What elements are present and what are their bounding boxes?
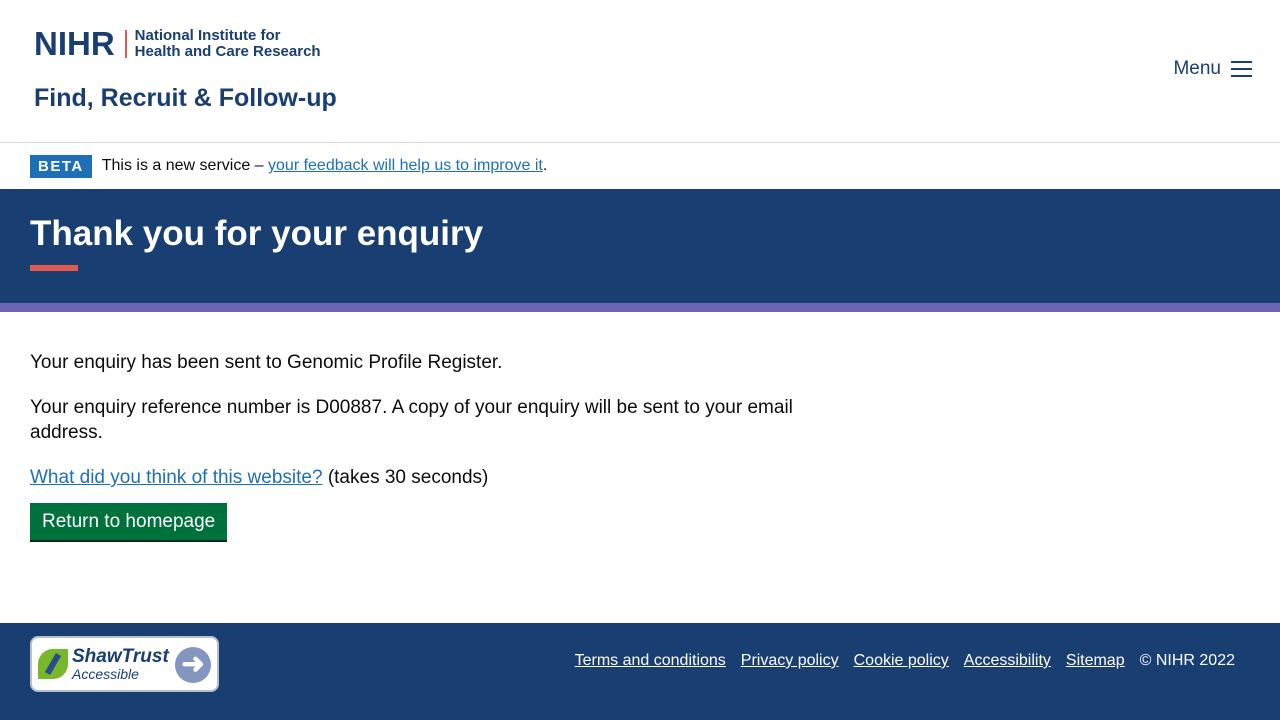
logo-org-line2: Health and Care Research [134,43,321,60]
service-name-link[interactable]: Find, Recruit & Follow-up [34,84,337,113]
menu-label: Menu [1173,58,1221,79]
footer-link-privacy[interactable]: Privacy policy [741,652,839,670]
footer-link-terms[interactable]: Terms and conditions [575,652,726,670]
enquiry-reference-message: Your enquiry reference number is D00887.… [30,397,793,443]
shaw-trust-text: ShawTrust Accessible [72,645,169,682]
site-header: NIHR National Institute for Health and C… [0,0,1280,143]
shaw-trust-badge[interactable]: ShawTrust Accessible ➜ [30,636,219,692]
feedback-link[interactable]: your feedback will help us to improve it [268,157,543,174]
logo-org-name: National Institute for Health and Care R… [135,28,321,60]
enquiry-sent-message: Your enquiry has been sent to Genomic Pr… [30,352,503,373]
logo-divider [124,30,127,58]
beta-message: This is a new service – [101,157,269,174]
survey-link[interactable]: What did you think of this website? [30,467,323,488]
arrow-right-icon: ➜ [175,647,211,683]
beta-tag: BETA [30,154,92,178]
main-content: Your enquiry has been sent to Genomic Pr… [30,350,820,540]
nihr-logo[interactable]: NIHR National Institute for Health and C… [34,25,321,62]
page-title: Thank you for your enquiry [30,214,484,253]
footer-link-sitemap[interactable]: Sitemap [1066,652,1125,670]
footer-link-accessibility[interactable]: Accessibility [964,652,1051,670]
phase-banner: BETA This is a new service – your feedba… [0,143,1280,189]
menu-button[interactable]: Menu [1173,58,1252,80]
survey-suffix: (takes 30 seconds) [322,467,489,488]
return-to-homepage-button[interactable]: Return to homepage [30,503,228,540]
nihr-logo-mark: NIHR [34,25,115,62]
beta-suffix: . [542,157,548,174]
hero-accent-strip [0,303,1280,312]
logo-org-line1: National Institute for [134,27,281,44]
copyright: © NIHR 2022 [1139,652,1235,669]
page-hero: Thank you for your enquiry [0,189,1280,303]
shaw-trust-name: ShawTrust [72,645,169,667]
footer-nav: Terms and conditions Privacy policy Cook… [575,652,1235,670]
site-footer: ShawTrust Accessible ➜ Terms and conditi… [0,623,1280,720]
hamburger-icon [1231,61,1252,77]
shaw-trust-leaf-icon [38,649,68,679]
shaw-trust-sub: Accessible [72,665,139,682]
survey-paragraph: What did you think of this website? (tak… [30,465,820,490]
title-accent-bar [30,265,78,271]
footer-link-cookies[interactable]: Cookie policy [854,652,949,670]
beta-text: This is a new service – your feedback wi… [102,157,548,175]
